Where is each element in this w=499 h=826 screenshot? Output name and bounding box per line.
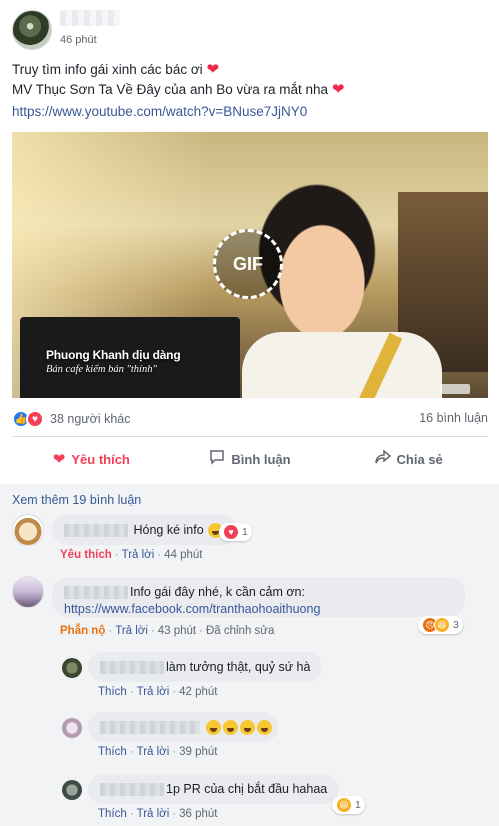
reply-time[interactable]: 39 phút bbox=[179, 746, 217, 758]
comment-reply-button[interactable]: Trả lời bbox=[122, 549, 155, 561]
gif-media[interactable]: Phuong Khanh dịu dàng Bán cafe kiếm bán … bbox=[12, 132, 488, 398]
comment-text: Info gái đây nhé, k cần cảm ơn: bbox=[130, 585, 305, 599]
media-caption-sub: Bán cafe kiếm bán "thính" bbox=[46, 364, 157, 375]
laugh-emoji bbox=[206, 720, 222, 736]
reply-bubble: làm tưởng thật, quỷ sứ hà bbox=[88, 652, 323, 682]
comment-link[interactable]: https://www.facebook.com/tranthaohoaithu… bbox=[64, 601, 453, 618]
reply-bubble: 1p PR của chị bắt đầu hahaa bbox=[88, 774, 340, 804]
comment-bubble: Hóng ké info bbox=[52, 515, 237, 545]
comment-meta: Yêu thích · Trả lời · 44 phút bbox=[60, 549, 203, 561]
comment-react-button[interactable]: Yêu thích bbox=[60, 549, 112, 561]
reply-text: 1p PR của chị bắt đầu hahaa bbox=[166, 782, 328, 796]
reactions-summary[interactable]: 👍 ♥ 38 người khác bbox=[12, 410, 131, 428]
divider bbox=[12, 436, 488, 437]
post-text: Truy tìm info gái xinh các bác ơi ❤ MV T… bbox=[12, 60, 344, 100]
love-icon: ♥ bbox=[26, 410, 44, 428]
haha-icon: 😆 bbox=[434, 617, 450, 633]
reply-item: 1p PR của chị bắt đầu hahaa 😆 1 Thích · Tr… bbox=[62, 774, 492, 824]
post-text-line-1: Truy tìm info gái xinh các bác ơi ❤ bbox=[12, 61, 220, 78]
reactions-count[interactable]: 38 người khác bbox=[50, 412, 131, 426]
view-more-comments-link[interactable]: Xem thêm 19 bình luận bbox=[12, 493, 141, 507]
commenter-avatar-cat[interactable] bbox=[12, 514, 44, 546]
commenter-avatar[interactable] bbox=[12, 576, 44, 608]
reply-reply-button[interactable]: Trả lời bbox=[137, 746, 170, 758]
media-watermark bbox=[440, 384, 470, 394]
reply-item: làm tưởng thật, quỷ sứ hà Thích · Trả lời ·… bbox=[62, 652, 492, 702]
love-icon: ❤ bbox=[52, 451, 66, 468]
laugh-emoji bbox=[223, 720, 239, 736]
laugh-emoji bbox=[257, 720, 273, 736]
comment-item: Hóng ké info ♥ 1 Yêu thích · Trả lời · 44 ph… bbox=[12, 514, 492, 564]
reply-reply-button[interactable]: Trả lời bbox=[137, 686, 170, 698]
post-timestamp[interactable]: 46 phút bbox=[60, 34, 97, 46]
heart-icon: ❤ bbox=[206, 61, 220, 78]
gif-play-button[interactable]: GIF bbox=[213, 229, 283, 299]
comment-meta: Phẫn nộ · Trả lời · 43 phút · Đã chỉnh sửa bbox=[60, 625, 275, 637]
comment-line: Info gái đây nhé, k cần cảm ơn: bbox=[64, 584, 453, 601]
reaction-badge-count: 3 bbox=[453, 619, 459, 631]
reaction-badge-count: 1 bbox=[355, 799, 361, 811]
replier-avatar[interactable] bbox=[62, 658, 82, 678]
reply-like-button[interactable]: Thích bbox=[98, 746, 127, 758]
post-header: 46 phút bbox=[12, 10, 492, 50]
laugh-emoji bbox=[240, 720, 256, 736]
haha-icon: 😆 bbox=[336, 797, 352, 813]
media-subject-shirt bbox=[242, 332, 442, 398]
replier-avatar[interactable] bbox=[62, 780, 82, 800]
reply-meta: Thích · Trả lời · 42 phút bbox=[98, 686, 218, 698]
reply-meta: Thích · Trả lời · 39 phút bbox=[98, 746, 218, 758]
share-icon bbox=[374, 449, 391, 469]
reply-reaction-badge[interactable]: 😆 1 bbox=[332, 796, 365, 814]
commenter-name-blurred[interactable] bbox=[64, 524, 128, 538]
reply-reply-button[interactable]: Trả lời bbox=[137, 808, 170, 820]
media-caption-main: Phuong Khanh dịu dàng bbox=[46, 348, 181, 362]
comment-button[interactable]: Bình luận bbox=[171, 441, 330, 477]
share-button-label: Chia sẻ bbox=[396, 451, 443, 467]
reply-time[interactable]: 42 phút bbox=[179, 686, 217, 698]
comment-bubble: Info gái đây nhé, k cần cảm ơn: https://… bbox=[52, 577, 465, 617]
replier-name-blurred[interactable] bbox=[100, 783, 164, 797]
reply-item: Thích · Trả lời · 39 phút bbox=[62, 712, 492, 762]
comment-reaction-badge[interactable]: ♥ 1 bbox=[219, 523, 252, 541]
reply-like-button[interactable]: Thích bbox=[98, 686, 127, 698]
like-button-label: Yêu thích bbox=[71, 451, 130, 467]
comment-item: Info gái đây nhé, k cần cảm ơn: https://… bbox=[12, 576, 492, 646]
youtube-link[interactable]: https://www.youtube.com/watch?v=BNuse7Jj… bbox=[12, 104, 307, 119]
reply-meta: Thích · Trả lời · 36 phút bbox=[98, 808, 218, 820]
comment-edited-label[interactable]: Đã chỉnh sửa bbox=[206, 625, 274, 637]
comment-text: Hóng ké info bbox=[133, 523, 204, 537]
comment-reaction-badge[interactable]: 😠 😆 3 bbox=[418, 616, 463, 634]
comment-reply-button[interactable]: Trả lời bbox=[115, 625, 148, 637]
comments-count[interactable]: 16 bình luận bbox=[419, 411, 488, 425]
replier-avatar[interactable] bbox=[62, 718, 82, 738]
reply-bubble bbox=[88, 712, 278, 742]
author-name-blurred[interactable] bbox=[60, 10, 120, 26]
reaction-badge-count: 1 bbox=[242, 526, 248, 538]
heart-icon: ❤ bbox=[331, 81, 345, 98]
reply-like-button[interactable]: Thích bbox=[98, 808, 127, 820]
reply-text: làm tưởng thật, quỷ sứ hà bbox=[166, 660, 311, 674]
reply-time[interactable]: 36 phút bbox=[179, 808, 217, 820]
share-button[interactable]: Chia sẻ bbox=[329, 441, 488, 477]
like-button[interactable]: ❤ Yêu thích bbox=[12, 441, 171, 477]
comment-react-button[interactable]: Phẫn nộ bbox=[60, 625, 105, 637]
replier-name-blurred[interactable] bbox=[100, 661, 164, 675]
post-text-line-2: MV Thục Sơn Ta Về Đây của anh Bo vừa ra … bbox=[12, 81, 345, 98]
love-icon: ♥ bbox=[223, 524, 239, 540]
comment-button-label: Bình luận bbox=[231, 451, 291, 467]
comment-time[interactable]: 44 phút bbox=[164, 549, 202, 561]
comment-time[interactable]: 43 phút bbox=[158, 625, 196, 637]
comment-icon bbox=[209, 449, 225, 469]
commenter-name-blurred[interactable] bbox=[64, 586, 128, 600]
replier-name-blurred[interactable] bbox=[100, 721, 200, 735]
comments-area: Xem thêm 19 bình luận Hóng ké info ♥ 1 Y… bbox=[0, 484, 499, 826]
author-avatar[interactable] bbox=[12, 10, 52, 50]
post-actions: ❤ Yêu thích Bình luận Chia sẻ bbox=[12, 441, 488, 477]
